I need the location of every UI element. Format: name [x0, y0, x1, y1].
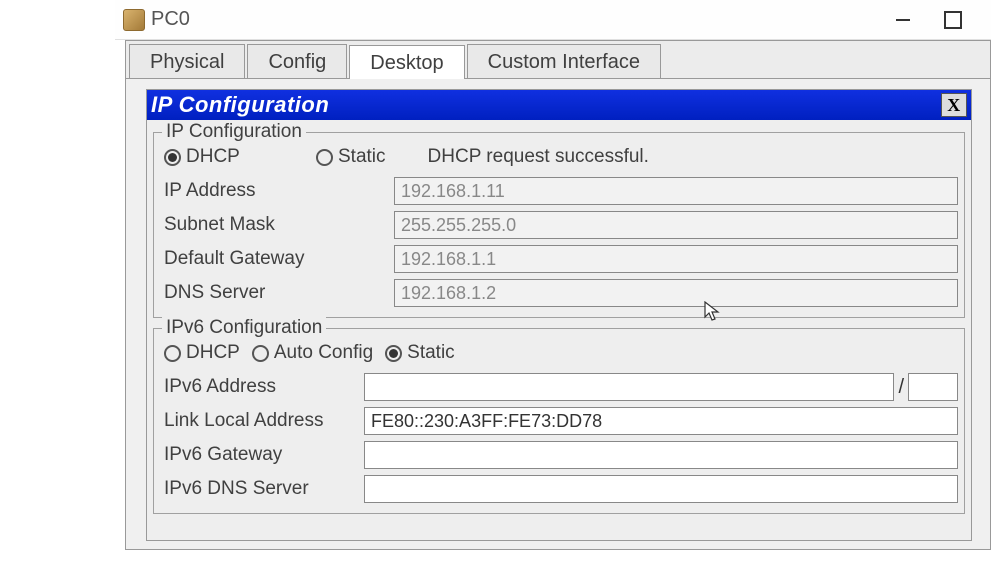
ipv6-legend: IPv6 Configuration [162, 317, 326, 339]
ip-config-panel: IP Configuration X IP Configuration DHCP… [146, 89, 972, 541]
ipv6-address-input[interactable] [364, 373, 894, 401]
radio-unselected-icon [316, 149, 333, 166]
dns-server-input[interactable] [394, 279, 958, 307]
prefix-slash: / [898, 376, 904, 399]
radio-unselected-icon [252, 345, 269, 362]
ipv4-dhcp-radio[interactable]: DHCP [164, 146, 304, 168]
link-local-input[interactable] [364, 407, 958, 435]
dhcp-status-text: DHCP request successful. [428, 146, 649, 168]
ipv4-dhcp-label: DHCP [186, 146, 240, 168]
ipv6-dns-input[interactable] [364, 475, 958, 503]
dns-server-label: DNS Server [164, 282, 394, 304]
radio-unselected-icon [164, 345, 181, 362]
radio-selected-icon [385, 345, 402, 362]
default-gateway-label: Default Gateway [164, 248, 394, 270]
ipv4-static-radio[interactable]: Static [316, 146, 386, 168]
tab-physical[interactable]: Physical [129, 44, 245, 78]
ipv4-fieldset: IP Configuration DHCP Static DHCP reques… [153, 132, 965, 318]
link-local-label: Link Local Address [164, 410, 364, 432]
ipv4-static-label: Static [338, 146, 386, 168]
maximize-button[interactable] [943, 10, 963, 30]
ipv6-mode-row: DHCP Auto Config Static [164, 337, 958, 369]
minimize-button[interactable] [893, 10, 913, 30]
ipv6-dhcp-label: DHCP [186, 342, 240, 364]
tab-custom-interface[interactable]: Custom Interface [467, 44, 661, 78]
ipv6-gateway-label: IPv6 Gateway [164, 444, 364, 466]
panel-close-button[interactable]: X [941, 93, 967, 117]
subnet-mask-input[interactable] [394, 211, 958, 239]
panel-title: IP Configuration [151, 92, 941, 118]
ipv6-static-label: Static [407, 342, 455, 364]
ipv6-auto-radio[interactable]: Auto Config [252, 342, 373, 364]
ipv6-prefix-input[interactable] [908, 373, 958, 401]
ipv4-legend: IP Configuration [162, 121, 306, 143]
app-icon [123, 9, 145, 31]
ip-address-input[interactable] [394, 177, 958, 205]
ipv4-mode-row: DHCP Static DHCP request successful. [164, 141, 958, 173]
default-gateway-input[interactable] [394, 245, 958, 273]
ipv6-auto-label: Auto Config [274, 342, 373, 364]
subnet-mask-label: Subnet Mask [164, 214, 394, 236]
ipv6-address-label: IPv6 Address [164, 376, 364, 398]
ip-address-label: IP Address [164, 180, 394, 202]
panel-header: IP Configuration X [147, 90, 971, 120]
tab-desktop[interactable]: Desktop [349, 45, 464, 79]
radio-selected-icon [164, 149, 181, 166]
window-titlebar: PC0 [115, 0, 991, 40]
window-title: PC0 [151, 8, 893, 31]
ipv6-dns-label: IPv6 DNS Server [164, 478, 364, 500]
window-controls [893, 10, 963, 30]
ipv6-fieldset: IPv6 Configuration DHCP Auto Config Stat… [153, 328, 965, 514]
tab-config[interactable]: Config [247, 44, 347, 78]
tab-bar: Physical Config Desktop Custom Interface [126, 41, 990, 79]
ipv6-dhcp-radio[interactable]: DHCP [164, 342, 240, 364]
ipv6-static-radio[interactable]: Static [385, 342, 455, 364]
ipv6-gateway-input[interactable] [364, 441, 958, 469]
main-window: Physical Config Desktop Custom Interface… [125, 40, 991, 550]
